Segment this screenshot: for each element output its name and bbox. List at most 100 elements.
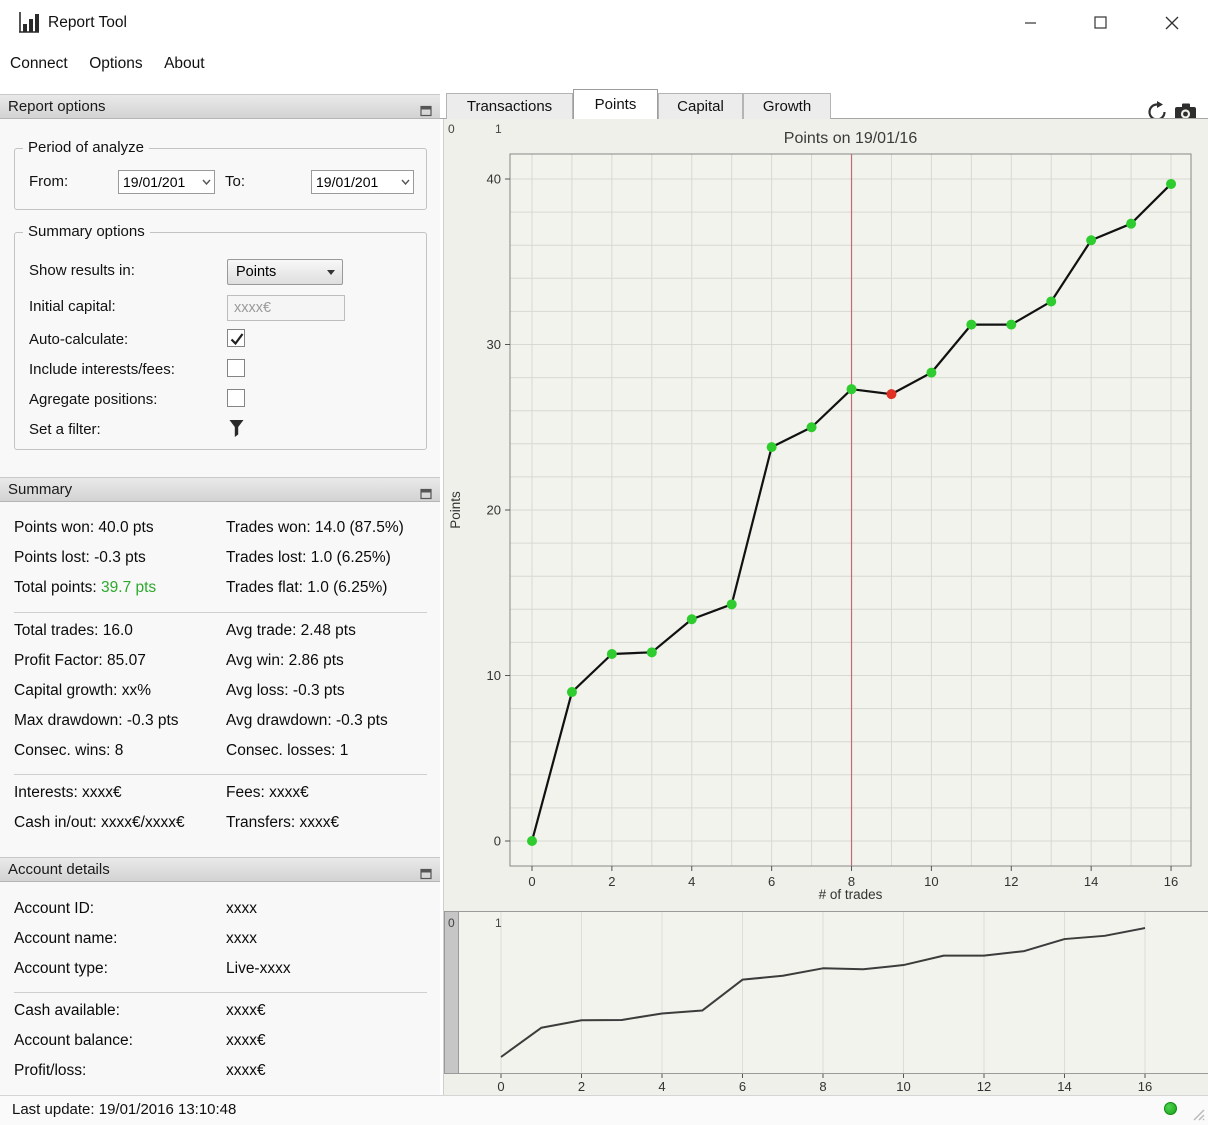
window-title: Report Tool xyxy=(48,14,127,31)
menu-connect[interactable]: Connect xyxy=(10,45,68,83)
from-label: From: xyxy=(29,173,69,190)
float-panel-icon[interactable] xyxy=(420,101,432,117)
svg-text:6: 6 xyxy=(739,1079,746,1094)
menu-about[interactable]: About xyxy=(164,45,205,83)
summary-options-group-label: Summary options xyxy=(23,223,150,240)
cash-available-label: Cash available: xyxy=(14,1002,120,1019)
float-panel-icon[interactable] xyxy=(420,484,432,500)
account-balance-label: Account balance: xyxy=(14,1032,133,1049)
svg-text:# of trades: # of trades xyxy=(819,887,883,902)
divider xyxy=(14,774,427,775)
maximize-button[interactable] xyxy=(1078,0,1123,45)
svg-text:2: 2 xyxy=(578,1079,585,1094)
connection-status-dot xyxy=(1164,1102,1177,1115)
svg-text:Points: Points xyxy=(448,491,463,529)
summary-title: Summary xyxy=(8,481,73,498)
account-type-label: Account type: xyxy=(14,960,108,977)
points-chart-canvas[interactable]: 0 2 4 6 8 10 12 14 16 0 10 20 30 40 Points on 19/01/16… xyxy=(443,119,1208,911)
titlebar: Report Tool xyxy=(0,0,1208,45)
svg-text:0: 0 xyxy=(497,1079,504,1094)
total-points-stat: Total points: 39.7 pts xyxy=(14,579,157,596)
menu-options[interactable]: Options xyxy=(89,45,142,83)
agregate-positions-checkbox[interactable] xyxy=(227,389,245,407)
divider xyxy=(14,612,427,613)
summary-row: Cash in/out: xxxx€/xxxx€ Transfers: xxxx… xyxy=(0,814,440,834)
points-lost-stat: Points lost: -0.3 pts xyxy=(14,549,146,566)
summary-row: Consec. wins: 8 Consec. losses: 1 xyxy=(0,742,440,762)
show-results-dropdown[interactable]: Points xyxy=(227,259,343,285)
chevron-down-icon xyxy=(397,171,413,193)
chevron-down-icon xyxy=(198,171,214,193)
account-name-label: Account name: xyxy=(14,930,118,947)
capital-growth-stat: Capital growth: xx% xyxy=(14,682,151,699)
account-type-value: Live-xxxx xyxy=(226,960,291,977)
auto-calculate-checkbox[interactable] xyxy=(227,329,245,347)
include-interests-label: Include interests/fees: xyxy=(29,361,175,378)
account-id-value: xxxx xyxy=(226,900,257,917)
to-date-value: 19/01/201 xyxy=(316,174,379,190)
svg-text:2: 2 xyxy=(608,874,615,889)
avg-drawdown-stat: Avg drawdown: -0.3 pts xyxy=(226,712,388,729)
summary-row: Interests: xxxx€ Fees: xxxx€ xyxy=(0,784,440,804)
float-panel-icon[interactable] xyxy=(420,864,432,880)
svg-text:10: 10 xyxy=(896,1079,910,1094)
summary-row: Points won: 40.0 pts Trades won: 14.0 (8… xyxy=(0,519,440,539)
profit-loss-label: Profit/loss: xyxy=(14,1062,87,1079)
avg-win-stat: Avg win: 2.86 pts xyxy=(226,652,344,669)
svg-text:12: 12 xyxy=(977,1079,991,1094)
tab-transactions[interactable]: Transactions xyxy=(446,93,573,119)
svg-text:1: 1 xyxy=(495,122,502,136)
svg-text:8: 8 xyxy=(819,1079,826,1094)
tab-points[interactable]: Points xyxy=(573,89,658,119)
avg-trade-stat: Avg trade: 2.48 pts xyxy=(226,622,356,639)
svg-text:0: 0 xyxy=(528,874,535,889)
svg-text:10: 10 xyxy=(487,668,501,683)
to-label: To: xyxy=(225,173,246,190)
max-drawdown-stat: Max drawdown: -0.3 pts xyxy=(14,712,179,729)
from-date-combobox[interactable]: 19/01/201 xyxy=(118,170,215,194)
svg-text:Points on 19/01/16: Points on 19/01/16 xyxy=(784,130,918,147)
avg-loss-stat: Avg loss: -0.3 pts xyxy=(226,682,345,699)
svg-text:6: 6 xyxy=(768,874,775,889)
total-trades-stat: Total trades: 16.0 xyxy=(14,622,133,639)
left-panel: Report options Period of analyze From: 1… xyxy=(0,94,440,1095)
svg-text:14: 14 xyxy=(1057,1079,1071,1094)
window-resize-grip[interactable] xyxy=(1191,1107,1205,1121)
agregate-positions-label: Agregate positions: xyxy=(29,391,158,408)
svg-text:0: 0 xyxy=(448,916,455,930)
filter-funnel-icon[interactable] xyxy=(228,418,245,443)
svg-text:16: 16 xyxy=(1138,1079,1152,1094)
tab-capital[interactable]: Capital xyxy=(658,93,743,119)
svg-text:14: 14 xyxy=(1084,874,1098,889)
initial-capital-field xyxy=(227,295,345,321)
svg-text:0: 0 xyxy=(494,834,501,849)
period-group-label: Period of analyze xyxy=(23,139,149,156)
include-interests-checkbox[interactable] xyxy=(227,359,245,377)
account-balance-value: xxxx€ xyxy=(226,1032,266,1049)
svg-text:4: 4 xyxy=(658,1079,665,1094)
divider xyxy=(14,992,427,993)
profit-loss-value: xxxx€ xyxy=(226,1062,266,1079)
summary-header: Summary xyxy=(0,477,440,502)
to-date-combobox[interactable]: 19/01/201 xyxy=(311,170,414,194)
report-options-title: Report options xyxy=(8,98,106,115)
report-options-header: Report options xyxy=(0,94,440,119)
cash-in-out-stat: Cash in/out: xxxx€/xxxx€ xyxy=(14,814,185,831)
close-button[interactable] xyxy=(1149,0,1194,45)
dropdown-arrow-icon xyxy=(327,270,335,275)
from-date-value: 19/01/201 xyxy=(123,174,186,190)
tab-growth[interactable]: Growth xyxy=(743,93,831,119)
minimize-button[interactable] xyxy=(1008,0,1053,45)
account-details-title: Account details xyxy=(8,861,110,878)
last-update-text: Last update: 19/01/2016 13:10:48 xyxy=(12,1101,237,1118)
summary-row: Max drawdown: -0.3 pts Avg drawdown: -0.… xyxy=(0,712,440,732)
menubar: Connect Options About xyxy=(0,45,1208,121)
account-details-header: Account details xyxy=(0,857,440,882)
show-results-label: Show results in: xyxy=(29,262,135,279)
trades-flat-stat: Trades flat: 1.0 (6.25%) xyxy=(226,579,388,596)
transfers-stat: Transfers: xxxx€ xyxy=(226,814,340,831)
overview-range-chart[interactable]: 0 2 4 6 8 10 12 14 16 0 1 xyxy=(443,911,1208,1095)
svg-text:16: 16 xyxy=(1164,874,1178,889)
svg-text:20: 20 xyxy=(487,503,501,518)
consec-wins-stat: Consec. wins: 8 xyxy=(14,742,124,759)
